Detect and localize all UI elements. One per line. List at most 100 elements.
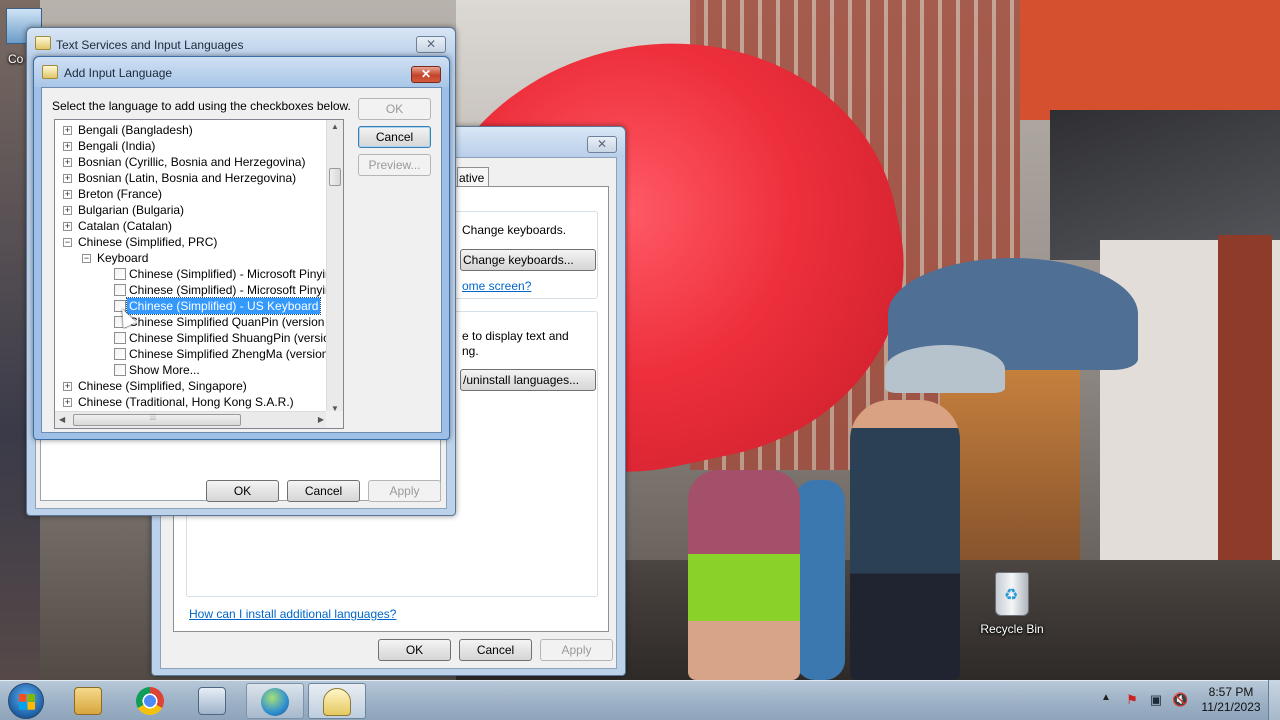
add-language-preview-button[interactable]: Preview... <box>358 154 431 176</box>
add-input-language-close-button[interactable]: ✕ <box>411 66 441 83</box>
keyboard-icon <box>198 687 226 715</box>
expand-icon[interactable]: + <box>63 142 72 151</box>
instruction-text: Select the language to add using the che… <box>52 99 351 113</box>
clock-time: 8:57 PM <box>1208 685 1254 699</box>
display-language-text-1: e to display text and <box>462 329 569 343</box>
text-services-ok-button[interactable]: OK <box>206 480 279 502</box>
install-languages-help-link[interactable]: How can I install additional languages? <box>189 607 396 621</box>
recycle-bin-icon <box>995 572 1029 616</box>
expand-icon[interactable]: + <box>63 206 72 215</box>
folder-icon <box>74 687 102 715</box>
add-language-cancel-button[interactable]: Cancel <box>358 126 431 148</box>
expand-icon[interactable]: + <box>63 222 72 231</box>
expand-icon[interactable]: + <box>63 174 72 183</box>
desktop-recycle-bin[interactable]: Recycle Bin <box>972 572 1052 636</box>
show-more-label: Show More... <box>129 363 200 377</box>
network-icon[interactable]: ▣ <box>1148 692 1164 708</box>
expand-icon[interactable]: + <box>63 158 72 167</box>
cancel-label: Cancel <box>304 484 343 498</box>
tree-item-label: Bosnian (Cyrillic, Bosnia and Herzegovin… <box>78 155 306 169</box>
scroll-left-icon[interactable]: ◀ <box>59 415 65 424</box>
expand-icon[interactable]: + <box>63 398 72 407</box>
region-cancel-button[interactable]: Cancel <box>459 639 532 661</box>
region-ok-button[interactable]: OK <box>378 639 451 661</box>
expand-icon[interactable]: + <box>63 190 72 199</box>
scroll-right-icon[interactable]: ▶ <box>318 415 324 424</box>
change-keyboards-label: Change keyboards... <box>463 253 574 267</box>
cancel-label: Cancel <box>476 643 515 657</box>
cancel-label: Cancel <box>375 130 414 144</box>
preview-label: Preview... <box>368 158 421 172</box>
taskbar <box>0 680 1280 720</box>
scroll-up-icon[interactable]: ▲ <box>331 122 339 131</box>
taskbar-text-services[interactable] <box>308 683 366 719</box>
region-apply-button[interactable]: Apply <box>540 639 613 661</box>
install-uninstall-languages-button[interactable]: /uninstall languages... <box>460 369 596 391</box>
tree-item-label: Breton (France) <box>78 187 163 201</box>
keyboard-checkbox[interactable] <box>114 268 126 280</box>
text-services-close-button[interactable]: ✕ <box>416 36 446 53</box>
show-hidden-icons-button[interactable]: ▲ <box>1101 692 1111 703</box>
volume-muted-icon[interactable]: 🔇 <box>1172 692 1188 708</box>
taskbar-windows-explorer[interactable] <box>60 683 118 719</box>
close-icon: ✕ <box>420 67 432 81</box>
tree-item-label: Chinese (Simplified, Singapore) <box>78 379 247 393</box>
keyboard-option-label: Chinese (Simplified) - US Keyboard <box>125 297 322 315</box>
show-desktop-button[interactable] <box>1268 680 1280 720</box>
taskbar-region-and-language[interactable] <box>246 683 304 719</box>
keyboard-checkbox[interactable] <box>114 364 126 376</box>
windows-logo-icon <box>19 694 35 710</box>
tree-item-label: Bengali (India) <box>78 139 156 153</box>
install-uninstall-label: /uninstall languages... <box>463 373 580 387</box>
scroll-corner <box>326 411 343 428</box>
welcome-screen-link[interactable]: ome screen? <box>462 279 531 293</box>
tree-item-label: Bengali (Bangladesh) <box>78 123 193 137</box>
system-clock[interactable]: 8:57 PM 11/21/2023 <box>1196 685 1266 715</box>
keyboard-checkbox[interactable] <box>114 332 126 344</box>
text-services-icon <box>35 36 51 50</box>
horizontal-scroll-thumb[interactable]: ⦙⦙⦙ <box>73 412 241 426</box>
keyboard-option-label: Chinese (Simplified) - Microsoft Pinyin … <box>129 283 344 297</box>
clock-date: 11/21/2023 <box>1201 700 1261 714</box>
globe-clock-icon <box>261 688 289 716</box>
close-icon: ✕ <box>425 37 437 51</box>
apply-label: Apply <box>561 643 592 657</box>
expand-icon[interactable]: + <box>63 126 72 135</box>
tab-administrative[interactable]: ative <box>457 167 489 187</box>
tree-item-label: Catalan (Catalan) <box>78 219 173 233</box>
keyboard-option-label: Chinese (Simplified) - Microsoft Pinyin … <box>129 267 344 281</box>
tab-label: ative <box>459 171 485 185</box>
ok-label: OK <box>233 484 252 498</box>
apply-label: Apply <box>389 484 420 498</box>
action-center-flag-icon[interactable]: ⚑ <box>1124 692 1140 708</box>
tree-vertical-scrollbar[interactable]: ▲ ▼ <box>326 120 343 415</box>
keyboard-checkbox[interactable] <box>114 348 126 360</box>
text-services-cancel-button[interactable]: Cancel <box>287 480 360 502</box>
start-button[interactable] <box>8 683 44 719</box>
taskbar-on-screen-keyboard[interactable] <box>184 683 242 719</box>
text-services-icon <box>323 688 351 716</box>
region-language-close-button[interactable]: ✕ <box>587 136 617 153</box>
add-language-ok-button[interactable]: OK <box>358 98 431 120</box>
display-language-text-2: ng. <box>462 344 479 358</box>
add-input-language-icon <box>42 65 58 79</box>
vertical-scroll-thumb[interactable] <box>329 168 341 186</box>
keyboard-checkbox[interactable] <box>114 284 126 296</box>
add-input-language-title: Add Input Language <box>64 66 173 80</box>
change-keyboards-text: Change keyboards. <box>462 223 567 237</box>
chrome-icon <box>136 687 164 715</box>
tree-item-label: Keyboard <box>97 251 149 265</box>
tree-item-label: Bulgarian (Bulgaria) <box>78 203 185 217</box>
collapse-icon[interactable]: − <box>63 238 72 247</box>
text-services-apply-button[interactable]: Apply <box>368 480 441 502</box>
language-tree-view[interactable]: + Bengali (Bangladesh) + Bengali (India)… <box>54 119 344 429</box>
change-keyboards-button[interactable]: Change keyboards... <box>460 249 596 271</box>
close-icon: ✕ <box>596 137 608 151</box>
expand-icon[interactable]: + <box>63 382 72 391</box>
add-input-language-dialog: Add Input Language ✕ Select the language… <box>33 56 450 440</box>
collapse-icon[interactable]: − <box>82 254 91 263</box>
tree-item-label: Chinese (Simplified, PRC) <box>78 235 218 249</box>
ok-label: OK <box>405 643 424 657</box>
taskbar-google-chrome[interactable] <box>122 683 180 719</box>
tree-horizontal-scrollbar[interactable]: ◀ ⦙⦙⦙ ▶ <box>55 411 328 428</box>
